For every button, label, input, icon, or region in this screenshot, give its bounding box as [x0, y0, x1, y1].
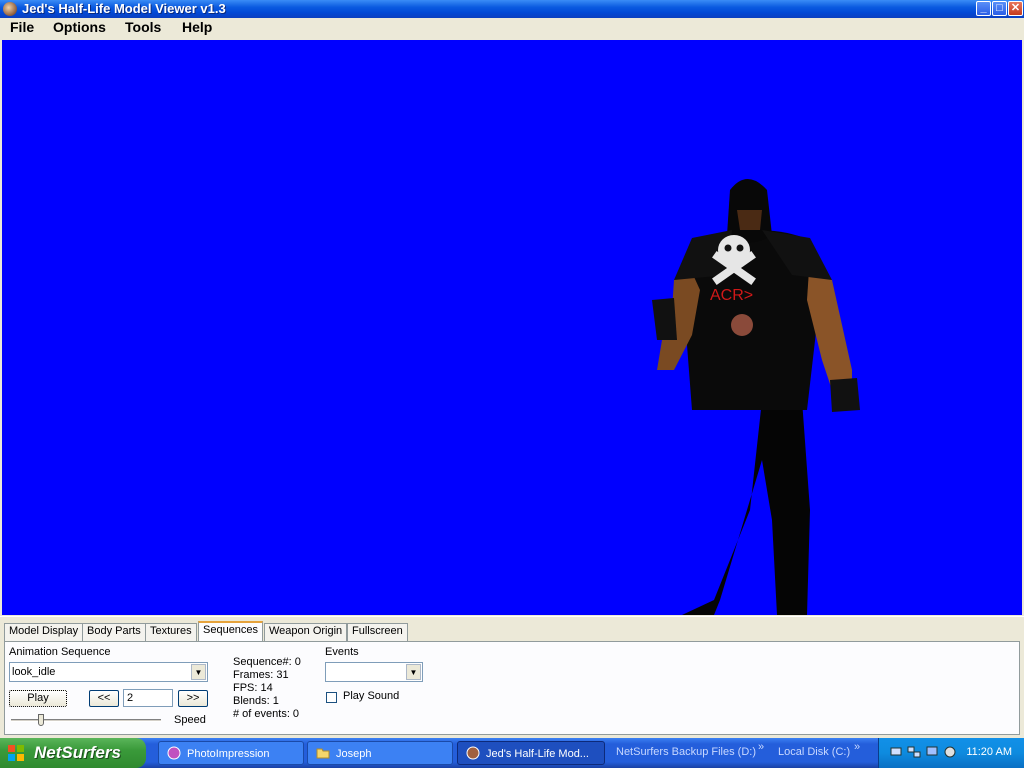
- task-label: PhotoImpression: [187, 748, 270, 760]
- menu-file[interactable]: File: [8, 19, 36, 35]
- volume-icon[interactable]: [943, 745, 957, 759]
- events-label: Events: [325, 646, 359, 658]
- menu-help[interactable]: Help: [180, 19, 214, 35]
- quicklink-chevron-icon[interactable]: »: [854, 741, 860, 753]
- tab-sequences[interactable]: Sequences: [198, 621, 264, 642]
- start-button[interactable]: NetSurfers: [0, 738, 146, 768]
- title-bar[interactable]: Jed's Half-Life Model Viewer v1.3 _ □ ✕: [0, 0, 1024, 18]
- display-icon[interactable]: [925, 745, 939, 759]
- menu-tools[interactable]: Tools: [123, 19, 163, 35]
- app-icon[interactable]: [3, 2, 17, 16]
- taskbar: NetSurfers PhotoImpression Joseph Jed's …: [0, 738, 1024, 768]
- minimize-button[interactable]: _: [976, 1, 991, 16]
- window-title: Jed's Half-Life Model Viewer v1.3: [22, 1, 226, 16]
- speed-label: Speed: [174, 714, 206, 726]
- speed-slider-track[interactable]: [11, 719, 161, 722]
- start-label: NetSurfers: [34, 743, 121, 762]
- animation-sequence-value: look_idle: [12, 666, 56, 678]
- play-button[interactable]: Play: [9, 690, 67, 707]
- task-label: Joseph: [336, 748, 372, 760]
- menu-options[interactable]: Options: [51, 19, 108, 35]
- quicklink-chevron-icon[interactable]: »: [758, 741, 764, 753]
- clock: 11:20 AM: [966, 746, 1012, 758]
- maximize-button[interactable]: □: [992, 1, 1007, 16]
- next-frame-button[interactable]: >>: [178, 690, 208, 707]
- tab-fullscreen[interactable]: Fullscreen: [347, 623, 408, 641]
- speed-slider-thumb[interactable]: [38, 714, 44, 726]
- close-button[interactable]: ✕: [1008, 1, 1023, 16]
- events-select[interactable]: ▼: [325, 662, 423, 682]
- chevron-down-icon[interactable]: ▼: [191, 664, 206, 680]
- network-icon[interactable]: [889, 745, 903, 759]
- menu-bar: File Options Tools Help: [0, 18, 1024, 38]
- task-hlmv[interactable]: Jed's Half-Life Mod...: [457, 741, 605, 765]
- system-tray: 11:20 AM: [878, 738, 1024, 768]
- task-label: Jed's Half-Life Mod...: [486, 748, 589, 760]
- character-model: ACR>: [652, 179, 860, 615]
- task-photoimpression[interactable]: PhotoImpression: [158, 741, 304, 765]
- photoimpression-icon: [167, 746, 181, 760]
- fps-text: FPS: 14: [233, 682, 273, 694]
- hlmv-app-icon: [466, 746, 480, 760]
- tab-body-parts[interactable]: Body Parts: [82, 623, 146, 641]
- quicklink-netsurfers-backup[interactable]: NetSurfers Backup Files (D:): [616, 746, 756, 758]
- play-sound-checkbox[interactable]: [326, 692, 337, 703]
- frame-input[interactable]: 2: [123, 689, 173, 707]
- chevron-down-icon[interactable]: ▼: [406, 664, 421, 680]
- quicklink-local-disk[interactable]: Local Disk (C:): [778, 746, 850, 758]
- windows-logo-icon: [8, 745, 24, 761]
- folder-icon: [316, 748, 330, 759]
- frames-text: Frames: 31: [233, 669, 289, 681]
- control-panel: Model Display Body Parts Textures Sequen…: [0, 616, 1024, 736]
- sequence-number-text: Sequence#: 0: [233, 656, 301, 668]
- events-count-text: # of events: 0: [233, 708, 300, 720]
- shirt-text: ACR>: [710, 287, 753, 304]
- animation-sequence-label: Animation Sequence: [9, 646, 111, 658]
- model-viewport[interactable]: ACR>: [2, 40, 1022, 615]
- network-connections-icon[interactable]: [907, 745, 921, 759]
- tab-weapon-origin[interactable]: Weapon Origin: [264, 623, 348, 641]
- task-joseph-folder[interactable]: Joseph: [307, 741, 453, 765]
- tab-model-display[interactable]: Model Display: [4, 623, 84, 641]
- tab-textures[interactable]: Textures: [145, 623, 197, 641]
- animation-sequence-select[interactable]: look_idle ▼: [9, 662, 208, 682]
- blends-text: Blends: 1: [233, 695, 279, 707]
- sequences-tab-page: Animation Sequence look_idle ▼ Play << 2…: [4, 641, 1020, 735]
- play-sound-label: Play Sound: [343, 690, 400, 702]
- prev-frame-button[interactable]: <<: [89, 690, 119, 707]
